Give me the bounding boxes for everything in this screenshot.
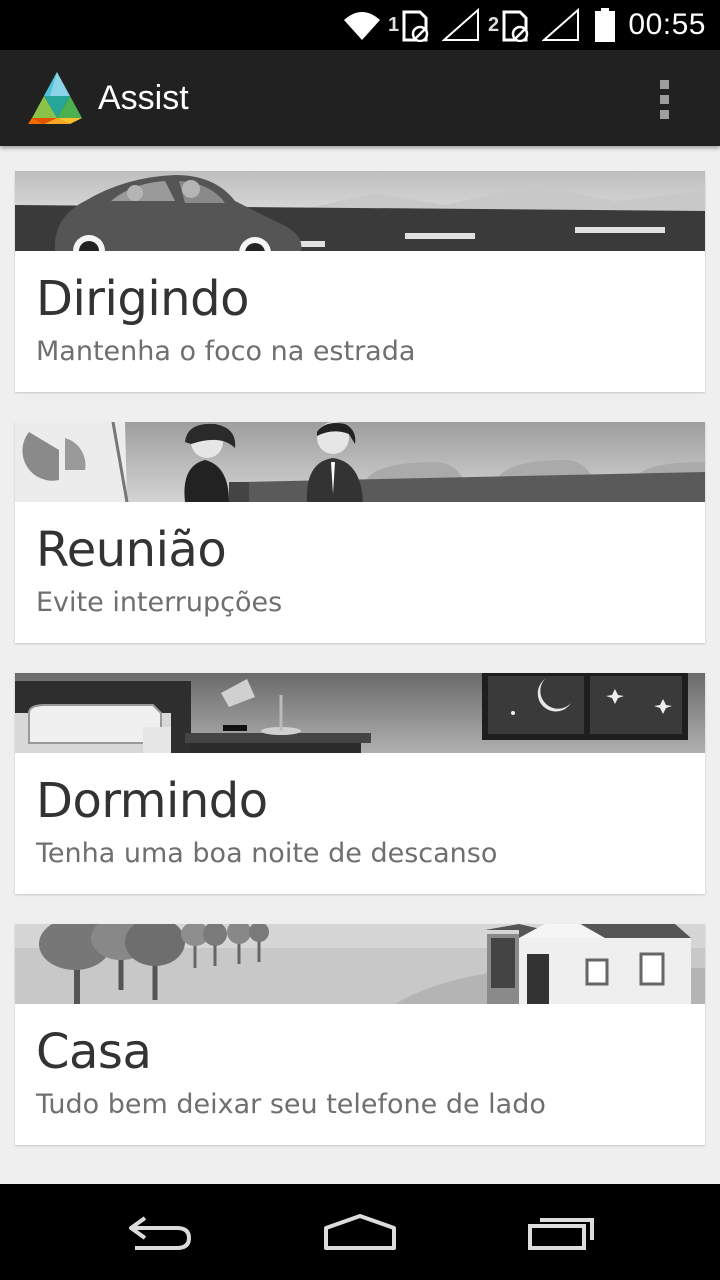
battery-icon xyxy=(594,0,616,50)
sim-card-icon xyxy=(502,0,530,50)
home-button[interactable] xyxy=(290,1184,430,1280)
card-subtitle: Tudo bem deixar seu telefone de lado xyxy=(36,1089,546,1120)
recent-apps-icon xyxy=(528,1218,594,1250)
mode-card-sleeping[interactable]: Dormindo Tenha uma boa noite de descanso xyxy=(15,673,705,894)
sleeping-illustration xyxy=(15,673,705,753)
driving-illustration xyxy=(15,171,705,251)
assist-logo-icon xyxy=(26,70,88,126)
signal-icon xyxy=(442,0,480,50)
sim2-label: 2 xyxy=(488,13,500,36)
navigation-bar xyxy=(0,1184,720,1280)
status-time: 00:55 xyxy=(628,8,706,41)
sim1-label: 1 xyxy=(388,13,400,36)
home-icon xyxy=(324,1214,396,1250)
meeting-illustration xyxy=(15,422,705,502)
mode-card-meeting[interactable]: Reunião Evite interrupções xyxy=(15,422,705,643)
mode-card-home[interactable]: Casa Tudo bem deixar seu telefone de lad… xyxy=(15,924,705,1145)
back-icon xyxy=(129,1216,192,1250)
wifi-icon xyxy=(342,0,382,50)
card-title: Dormindo xyxy=(36,773,268,829)
back-button[interactable] xyxy=(90,1184,230,1280)
card-subtitle: Mantenha o foco na estrada xyxy=(36,336,416,367)
mode-list: Dirigindo Mantenha o foco na estrada Reu… xyxy=(0,146,720,1184)
card-title: Reunião xyxy=(36,522,227,578)
action-bar: Assist xyxy=(0,50,720,146)
card-subtitle: Evite interrupções xyxy=(36,587,283,618)
card-subtitle: Tenha uma boa noite de descanso xyxy=(36,838,498,869)
mode-card-driving[interactable]: Dirigindo Mantenha o foco na estrada xyxy=(15,171,705,392)
card-title: Casa xyxy=(36,1024,152,1080)
recent-apps-button[interactable] xyxy=(492,1184,632,1280)
app-title: Assist xyxy=(98,79,189,117)
overflow-menu-icon xyxy=(659,79,669,89)
sim-card-icon xyxy=(402,0,430,50)
overflow-menu-button[interactable] xyxy=(644,72,684,126)
home-illustration xyxy=(15,924,705,1004)
status-bar: 1 2 00:55 xyxy=(0,0,720,50)
signal-icon xyxy=(542,0,580,50)
card-title: Dirigindo xyxy=(36,271,249,327)
